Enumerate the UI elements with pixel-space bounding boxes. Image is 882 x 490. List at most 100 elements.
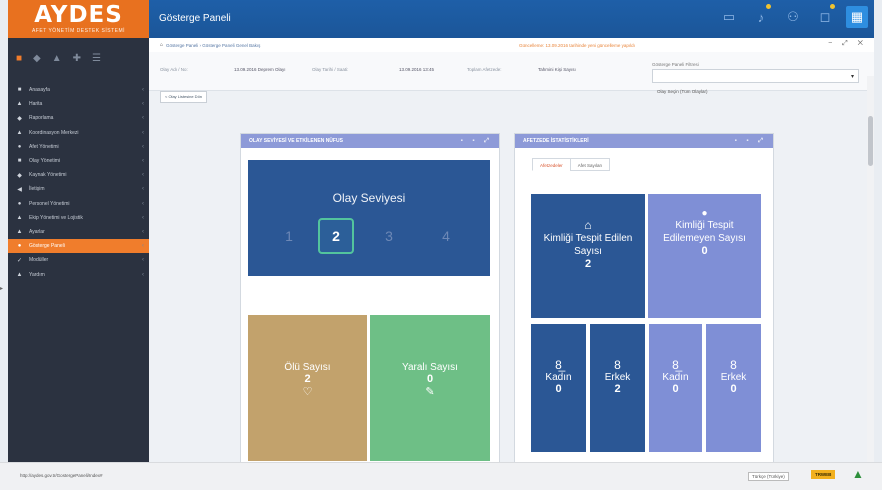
vertical-scrollbar[interactable] [867, 76, 874, 462]
menu-item-icon: ◀ [17, 186, 22, 193]
bell-icon[interactable]: ♪ [750, 4, 772, 28]
stat-label: Erkek [720, 372, 747, 383]
list-icon[interactable]: ☰ [92, 53, 101, 77]
update-warning: Güncelleme: 13.09.2016 tarihinde yeni gü… [519, 42, 635, 48]
sidebar-item-label: Harita [29, 101, 43, 108]
event-value: 13.09.2016 Deprem Olayı [234, 67, 286, 72]
chevron-left-icon: ‹ [142, 243, 144, 250]
stat-label: Kadın [545, 372, 572, 383]
chevron-left-icon: ‹ [142, 200, 144, 207]
sidebar-quick-icons: ■ ◆ ▲ ✚ ☰ [8, 38, 149, 77]
home-icon[interactable]: ⌂ [160, 42, 163, 48]
sidebar-item[interactable]: ▲ Yardım ‹ [8, 267, 149, 281]
chevron-left-icon: ‹ [142, 186, 144, 193]
injured-value: 0 [426, 373, 434, 385]
panel-title: OLAY SEVİYESİ VE ETKİLENEN NÜFUS [249, 138, 343, 144]
unidentified-tile: ● Kimliği Tespit Edilemeyen Sayısı 0 [648, 194, 761, 318]
female-icon: 8̲ [672, 358, 679, 372]
level-4[interactable]: 4 [430, 220, 462, 252]
chevron-left-icon: ‹ [142, 228, 144, 235]
home-icon[interactable]: ■ [16, 53, 22, 77]
sidebar-item[interactable]: ▲ Harita ‹ [8, 97, 149, 111]
chevron-left-icon: ‹ [142, 257, 144, 264]
sidebar-item-label: Koordinasyon Merkezi [29, 129, 79, 136]
stat-value: 2 [614, 383, 621, 395]
level-1[interactable]: 1 [273, 220, 305, 252]
chart-icon[interactable]: ◆ [33, 53, 41, 77]
event-label: Olay Adı / No: [160, 67, 188, 72]
date-value: 13.09.2016 13:45 [399, 67, 435, 72]
pencil-icon: ✎ [425, 386, 435, 398]
chevron-left-icon: ‹ [142, 143, 144, 150]
injured-label: Yaralı Sayısı [402, 362, 458, 373]
menu-item-icon: ● [17, 200, 22, 207]
page-title: Gösterge Paneli [159, 13, 231, 24]
menu-item-icon: ▲ [16, 214, 23, 221]
menu-item-icon: ● [17, 143, 22, 150]
sidebar-item-label: Olay Yönetimi [29, 158, 61, 165]
chevron-left-icon: ‹ [142, 172, 144, 179]
sidebar-item[interactable]: ◆ Kaynak Yönetimi ‹ [8, 168, 149, 182]
dead-label: Ölü Sayısı [284, 362, 331, 373]
sidebar: ■ ◆ ▲ ✚ ☰ ■ Anasayfa ‹ ▲ Harita ‹ ◆ Raporlama ‹ ▲… [8, 38, 149, 462]
panel-controls[interactable]: ▪ ▪ ⤢ [461, 134, 493, 148]
tab-victims[interactable]: Afetzedeler [532, 158, 571, 171]
menu-item-icon: ◆ [17, 172, 22, 179]
event-level-panel: OLAY SEVİYESİ VE ETKİLENEN NÜFUS ▪ ▪ ⤢ O… [240, 133, 500, 462]
app-logo[interactable]: AYDES AFET YÖNETİM DESTEK SİSTEMİ [8, 0, 149, 38]
scrollbar-thumb[interactable] [868, 116, 873, 166]
users-icon[interactable]: ▲ [52, 53, 62, 77]
sidebar-item-label: Ayarlar [29, 228, 45, 235]
menu-item-icon: ■ [17, 158, 22, 165]
top-bar: Gösterge Paneli ▭ ♪ ⚇ ◻ ▦ [149, 0, 874, 38]
heart-icon: ♡ [302, 386, 313, 398]
male-icon: 8 [614, 358, 621, 372]
notification-icon[interactable]: ◻ [814, 4, 836, 28]
sidebar-item[interactable]: ▲ Ayarlar ‹ [8, 225, 149, 239]
monitor-icon[interactable]: ▭ [718, 6, 740, 28]
sidebar-item[interactable]: ◀ İletişim ‹ [8, 182, 149, 196]
language-selector[interactable]: Türkçe (Türkiye) [748, 472, 789, 481]
dropdown-label: Gösterge Paneli Filtresi [652, 62, 699, 67]
sidebar-item-label: Raporlama [29, 115, 54, 122]
grid-icon[interactable]: ▦ [846, 6, 868, 28]
window-controls[interactable]: − ⤢ ✕ [828, 40, 867, 48]
event-level-tile: Olay Seviyesi 1 2 3 4 [248, 160, 490, 276]
app-window: AYDES AFET YÖNETİM DESTEK SİSTEMİ Göster… [8, 0, 874, 462]
settings-icon[interactable]: ✚ [73, 53, 81, 77]
sidebar-item[interactable]: ▲ Koordinasyon Merkezi ‹ [8, 126, 149, 140]
dropdown-value: Olay Seçin (Tüm Olaylar) [657, 89, 708, 94]
sidebar-item[interactable]: ✓ Modüller ‹ [8, 253, 149, 267]
sidebar-item-label: İletişim [29, 186, 45, 193]
status-badge: TRWEB [811, 470, 836, 479]
sidebar-item[interactable]: ◆ Raporlama ‹ [8, 111, 149, 125]
user-icon[interactable]: ⚇ [782, 6, 804, 28]
return-to-list-button[interactable]: < Olay Listesine Dön [160, 91, 208, 103]
topbar-icons: ▭ ♪ ⚇ ◻ ▦ [718, 4, 868, 28]
sidebar-item[interactable]: ● Personel Yönetimi ‹ [8, 197, 149, 211]
logo-text: AYDES [34, 2, 123, 28]
event-info-bar: Olay Adı / No: 13.09.2016 Deprem Olayı O… [149, 52, 874, 94]
identified-tile: ⌂ Kimliği Tespit Edilen Sayısı 2 [531, 194, 645, 318]
sidebar-item[interactable]: ● Afet Yönetimi ‹ [8, 140, 149, 154]
panel-controls[interactable]: ▪ ▪ ⤢ [735, 134, 767, 148]
stat-value: 0 [672, 383, 679, 395]
sidebar-item-label: Afet Yönetimi [29, 143, 59, 150]
menu-item-icon: ▲ [16, 101, 23, 108]
sidebar-item[interactable]: ● Gösterge Paneli ‹ [8, 239, 149, 254]
filter-dropdown[interactable]: Olay Seçin (Tüm Olaylar) ▾ [652, 69, 859, 94]
chevron-left-icon: ‹ [142, 271, 144, 278]
stats-tabs: Afetzedeler Afet Sayıları [532, 158, 611, 171]
sidebar-item[interactable]: ■ Anasayfa ‹ [8, 83, 149, 97]
level-3[interactable]: 3 [373, 220, 405, 252]
sidebar-item[interactable]: ■ Olay Yönetimi ‹ [8, 154, 149, 168]
stat-label: Kadın [662, 372, 689, 383]
sidebar-item-label: Yardım [29, 271, 45, 278]
cursor-icon: ▸ [0, 286, 4, 292]
tab-disaster-counts[interactable]: Afet Sayıları [569, 158, 611, 171]
breadcrumb-path[interactable]: Gösterge Paneli › Gösterge Paneli Genel … [166, 43, 260, 48]
level-2-selected[interactable]: 2 [318, 218, 354, 254]
sidebar-item[interactable]: ▲ Ekip Yönetimi ve Lojistik ‹ [8, 211, 149, 225]
shield-icon: ▲ [852, 467, 864, 481]
breadcrumb: ⌂ Gösterge Paneli › Gösterge Paneli Gene… [149, 38, 874, 52]
